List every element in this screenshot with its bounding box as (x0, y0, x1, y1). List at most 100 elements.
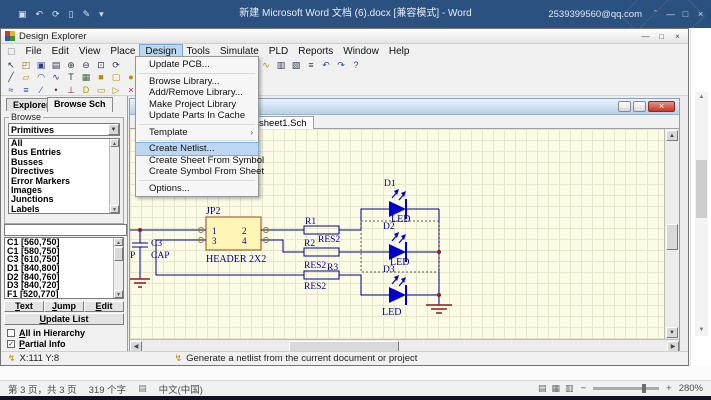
primitives-dropdown[interactable]: Primitives ▼ (8, 123, 120, 136)
ground-symbol[interactable] (426, 305, 452, 313)
menu-item-create-symbol-from-sheet[interactable]: Create Symbol From Sheet (136, 166, 258, 178)
image-icon[interactable]: ▦ (79, 71, 93, 83)
menu-item-create-sheet-from-symbol[interactable]: Create Sheet From Symbol (136, 155, 258, 167)
categories-scrollbar[interactable]: ▲ ▼ (109, 139, 119, 213)
arc-icon[interactable]: ◠ (34, 71, 48, 83)
menu-item-template[interactable]: Template› (136, 127, 258, 139)
menu-edit[interactable]: Edit (47, 45, 74, 58)
menu-item-browse-library[interactable]: Browse Library... (136, 76, 258, 88)
scroll-down-icon[interactable]: ▼ (110, 205, 119, 213)
ground-symbol[interactable] (130, 279, 150, 287)
select-icon[interactable]: ↖ (4, 59, 18, 71)
schematic-vscrollbar[interactable]: ▲ ▼ (664, 129, 679, 339)
checkbox-unchecked[interactable] (7, 329, 15, 337)
sheet-symbol-icon[interactable]: ▭ (94, 84, 108, 96)
scroll-right-icon[interactable]: ▶ (667, 341, 679, 352)
menu-item-make-project-library[interactable]: Make Project Library (136, 99, 258, 111)
save-icon[interactable]: ▣ (34, 59, 48, 71)
junction-icon[interactable]: • (49, 84, 63, 96)
hierarchy-icon[interactable]: ≡ (304, 59, 318, 71)
close-icon[interactable]: × (694, 9, 707, 19)
undo-icon[interactable]: ↶ (319, 59, 333, 71)
language-label[interactable]: 中文(中国) (159, 382, 203, 396)
menu-item-update-parts-in-cache[interactable]: Update Parts In Cache (136, 110, 258, 122)
edit-button[interactable]: Edit (84, 301, 124, 312)
filter-input[interactable] (4, 224, 127, 236)
maximize-icon[interactable]: □ (679, 9, 692, 19)
components-scrollbar[interactable]: ▲ ▼ (113, 238, 123, 298)
read-mode-icon[interactable]: ▤ (538, 383, 547, 394)
maximize-icon[interactable]: □ (655, 32, 668, 41)
component-item[interactable]: F1 [520,770] (5, 290, 123, 299)
customize-qat-icon[interactable]: ▾ (99, 9, 104, 20)
word-count[interactable]: 319 个字 (89, 382, 127, 396)
undo-icon[interactable]: ↶ (36, 9, 44, 20)
minimize-icon[interactable]: — (618, 101, 631, 112)
restore-icon[interactable]: ◱ (633, 101, 646, 112)
print-icon[interactable]: ▤ (49, 59, 63, 71)
menu-item-create-netlist[interactable]: Create Netlist... (136, 143, 258, 155)
bus-icon[interactable]: ≡ (19, 84, 33, 96)
menu-file[interactable]: File (21, 45, 47, 58)
library-icon[interactable]: ▥ (274, 59, 288, 71)
d1-component[interactable]: D1 LED (384, 179, 410, 225)
clipboard-icon[interactable]: ▯ (69, 9, 74, 20)
scroll-up-icon[interactable]: ▲ (114, 238, 123, 246)
waveform-probe-icon[interactable]: ∿ (259, 59, 273, 71)
open-document-icon[interactable]: ◰ (19, 59, 33, 71)
text-button[interactable]: Text (4, 301, 44, 312)
zoom-in-icon[interactable]: ⊕ (64, 59, 78, 71)
proofing-icon[interactable]: ▤ (138, 383, 147, 394)
scroll-up-icon[interactable]: ▲ (110, 139, 119, 147)
checkbox-label[interactable]: All in Hierarchy (19, 328, 85, 338)
account-label[interactable]: 2539399560@qq.com (548, 9, 642, 20)
bus-entry-icon[interactable]: ∕ (34, 84, 48, 96)
c3-labels[interactable]: C3 CAP P (130, 239, 169, 261)
menu-item-options[interactable]: Options... (136, 183, 258, 195)
curve-icon[interactable]: ∿ (49, 71, 63, 83)
word-vertical-scrollbar[interactable]: ▲ ▼ (695, 92, 708, 336)
jp2-component[interactable]: JP2 HEADER 2X2 1 2 3 4 (199, 206, 269, 265)
rectangle-icon[interactable]: ■ (94, 71, 108, 83)
menu-help[interactable]: Help (384, 45, 415, 58)
zoom-level[interactable]: 280% (679, 383, 703, 394)
document-tab-sheet1[interactable]: sheet1.Sch (252, 116, 314, 130)
help-icon[interactable]: ? (349, 59, 363, 71)
zoom-slider[interactable] (593, 387, 659, 390)
zoom-out-button[interactable]: − (581, 383, 587, 394)
chevron-down-icon[interactable]: ▼ (108, 124, 119, 135)
scrollbar-thumb[interactable] (666, 224, 678, 250)
page-info[interactable]: 第 3 页，共 3 页 (8, 382, 77, 396)
scrollbar-thumb[interactable] (114, 247, 123, 261)
redo-icon[interactable]: ⟳ (52, 9, 60, 20)
menu-item-update-pcb[interactable]: Update PCB... (136, 59, 258, 71)
document-icon[interactable]: ▢ (7, 46, 16, 57)
scroll-left-icon[interactable]: ◀ (130, 341, 142, 352)
checkbox-label[interactable]: Partial Info (19, 339, 66, 349)
round-rectangle-icon[interactable]: ▢ (109, 71, 123, 83)
menu-pld[interactable]: PLD (264, 45, 293, 58)
scrollbar-thumb[interactable] (289, 341, 399, 352)
tab-browse-sch[interactable]: Browse Sch (47, 97, 113, 112)
scroll-down-icon[interactable]: ▼ (666, 327, 678, 338)
design-explorer-titlebar[interactable]: Design Explorer —□× (1, 29, 688, 44)
zoom-slider-thumb[interactable] (642, 384, 646, 393)
zoom-in-button[interactable]: + (666, 383, 672, 394)
scroll-down-icon[interactable]: ▼ (695, 325, 708, 336)
refresh-icon[interactable]: ⟳ (109, 59, 123, 71)
power-port-icon[interactable]: ⊥ (64, 84, 78, 96)
polygon-icon[interactable]: ▱ (19, 71, 33, 83)
menu-reports[interactable]: Reports (293, 45, 338, 58)
library-add-icon[interactable]: ▧ (289, 59, 303, 71)
close-icon[interactable]: × (648, 101, 675, 112)
format-brush-icon[interactable]: ✎ (83, 9, 91, 20)
part-icon[interactable]: D (79, 84, 93, 96)
line-icon[interactable]: ╱ (4, 71, 18, 83)
minimize-icon[interactable]: — (664, 9, 677, 19)
save-icon[interactable]: ▣ (18, 9, 27, 20)
d2-component[interactable]: D2 LED (383, 222, 409, 268)
menu-item-add-remove-library[interactable]: Add/Remove Library... (136, 87, 258, 99)
print-layout-icon[interactable]: ▦ (552, 383, 561, 394)
jump-button[interactable]: Jump (44, 301, 84, 312)
scroll-up-icon[interactable]: ▲ (695, 92, 708, 103)
